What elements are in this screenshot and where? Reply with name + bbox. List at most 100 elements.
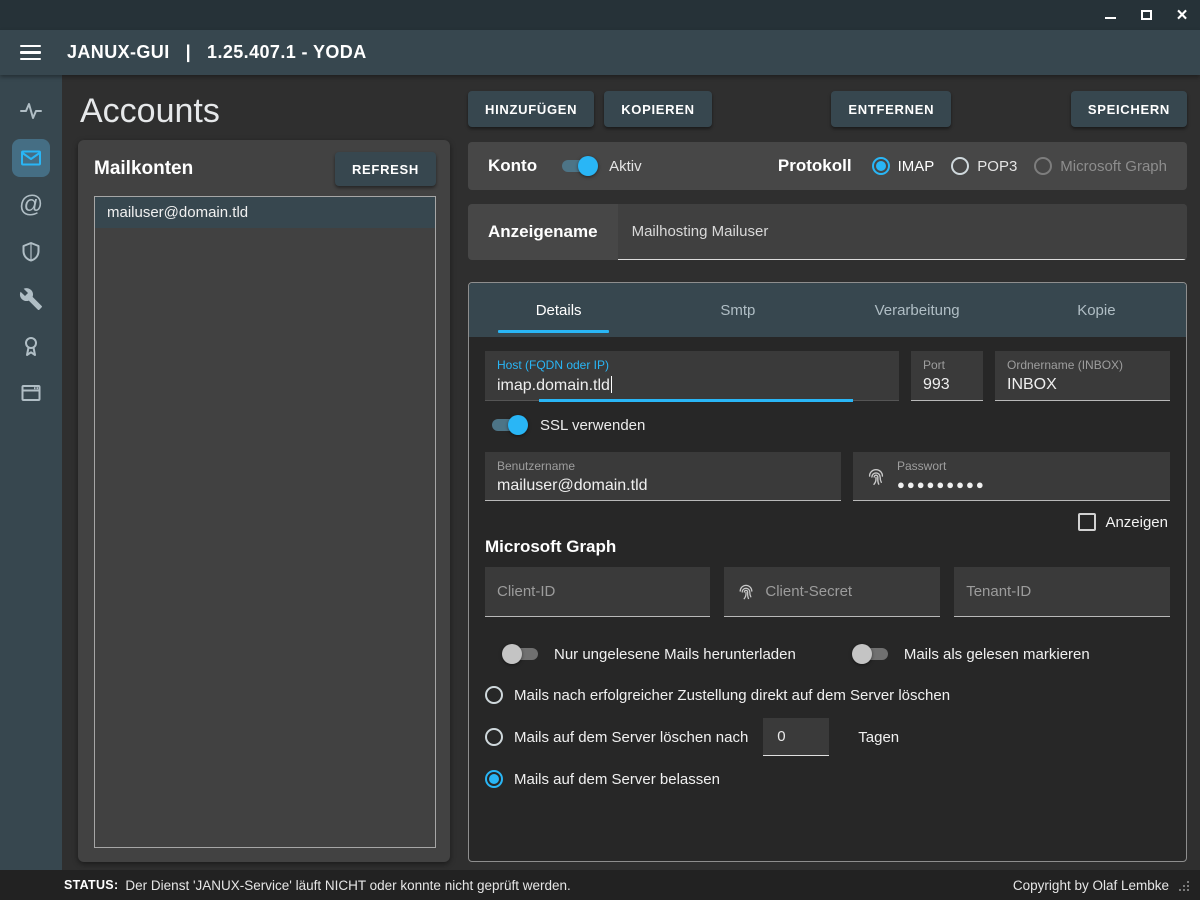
mark-read-toggle[interactable] [853,644,891,664]
wrench-icon [19,287,43,311]
delete-option-after-days[interactable]: Mails auf dem Server löschen nach 0 Tage… [485,718,1170,756]
download-unread-label: Nur ungelesene Mails herunterladen [554,646,796,663]
remove-button[interactable]: ENTFERNEN [831,91,951,127]
password-field[interactable]: Passwort ●●●●●●●●● [853,452,1170,501]
show-password-label: Anzeigen [1105,514,1168,531]
close-icon: × [1176,6,1187,25]
status-message: Der Dienst 'JANUX-Service' läuft NICHT o… [125,878,570,893]
ssl-toggle[interactable] [489,415,527,435]
menu-icon[interactable] [18,41,43,65]
radio-delete-immediate[interactable] [485,686,503,704]
days-suffix: Tagen [858,729,899,746]
client-id-field[interactable]: Client-ID [485,567,710,617]
status-label: STATUS: [64,878,118,892]
protocol-option-msgraph: Microsoft Graph [1034,157,1167,175]
radio-imap[interactable] [872,157,890,175]
app-title: JANUX-GUI | 1.25.407.1 - YODA [67,42,367,63]
display-name-row: Anzeigename Mailhosting Mailuser [468,204,1187,260]
side-nav: @ [0,75,62,870]
username-field[interactable]: Benutzername mailuser@domain.tld [485,452,841,501]
download-unread-toggle[interactable] [503,644,541,664]
display-name-label: Anzeigename [488,222,598,242]
username-label: Benutzername [497,459,829,473]
password-dots: ●●●●●●●●● [897,477,986,492]
sidebar-item-activity[interactable] [0,87,62,134]
save-button[interactable]: SPEICHERN [1071,91,1187,127]
sidebar-item-certificate[interactable] [0,322,62,369]
sidebar-item-app-window[interactable] [0,369,62,416]
sidebar-item-at[interactable]: @ [0,181,62,228]
mail-accounts-panel: Mailkonten REFRESH mailuser@domain.tld [78,140,450,862]
fingerprint-icon [736,582,756,602]
add-button[interactable]: HINZUFÜGEN [468,91,594,127]
text-cursor [611,376,612,393]
resize-grip-icon[interactable] [1177,879,1190,892]
close-button[interactable]: × [1164,0,1200,30]
days-input[interactable]: 0 [763,718,829,756]
protocol-option-pop3[interactable]: POP3 [951,157,1017,175]
konto-active-label: Aktiv [609,158,642,175]
inbox-field[interactable]: Ordnername (INBOX) INBOX [995,351,1170,401]
radio-delete-after-days[interactable] [485,728,503,746]
konto-active-toggle[interactable] [559,156,597,176]
window-titlebar: × [0,0,1200,30]
detail-panel: Details Smtp Verarbeitung Kopie Host (FQ… [468,282,1187,862]
inbox-label: Ordnername (INBOX) [1007,358,1158,372]
delete-option-immediate[interactable]: Mails nach erfolgreicher Zustellung dire… [485,686,1170,704]
display-name-input[interactable]: Mailhosting Mailuser [618,204,1187,260]
copy-button[interactable]: KOPIEREN [604,91,712,127]
tab-bar: Details Smtp Verarbeitung Kopie [469,283,1186,337]
msgraph-title: Microsoft Graph [485,537,1170,557]
tab-details[interactable]: Details [469,283,648,337]
password-label: Passwort [897,459,986,473]
main-content: Accounts Mailkonten REFRESH mailuser@dom… [62,75,1200,870]
tab-kopie[interactable]: Kopie [1007,283,1186,337]
focus-underline [539,399,854,402]
maximize-icon [1141,10,1152,20]
app-version: 1.25.407.1 - YODA [207,42,367,63]
sidebar-item-mail[interactable] [0,134,62,181]
tab-content-details: Host (FQDN oder IP) imap.domain.tld Port… [469,337,1186,861]
tab-smtp[interactable]: Smtp [648,283,827,337]
mail-accounts-list[interactable]: mailuser@domain.tld [94,196,436,848]
host-field[interactable]: Host (FQDN oder IP) imap.domain.tld [485,351,899,401]
protocol-option-imap[interactable]: IMAP [872,157,935,175]
host-label: Host (FQDN oder IP) [497,358,887,372]
tenant-id-field[interactable]: Tenant-ID [954,567,1170,617]
minimize-icon [1105,17,1116,19]
sidebar-item-security[interactable] [0,228,62,275]
mail-accounts-title: Mailkonten [94,158,193,180]
copyright-text: Copyright by Olaf Lembke [1013,878,1169,893]
status-bar: STATUS: Der Dienst 'JANUX-Service' läuft… [0,870,1200,900]
at-sign-icon: @ [19,193,43,217]
list-item[interactable]: mailuser@domain.tld [95,197,435,228]
konto-row: Konto Aktiv Protokoll IMAP POP3 Microsof… [468,142,1187,190]
app-name: JANUX-GUI [67,42,170,63]
sidebar-item-tools[interactable] [0,275,62,322]
radio-keep-on-server[interactable] [485,770,503,788]
app-title-separator: | [186,42,191,63]
show-password-checkbox[interactable] [1078,513,1096,531]
konto-label: Konto [488,156,537,176]
maximize-button[interactable] [1128,0,1164,30]
app-window-icon [19,381,43,405]
certificate-icon [19,334,43,358]
delete-option-keep[interactable]: Mails auf dem Server belassen [485,770,1170,788]
port-label: Port [923,358,971,372]
port-field[interactable]: Port 993 [911,351,983,401]
activity-icon [19,99,43,123]
page-title: Accounts [80,91,450,131]
refresh-button[interactable]: REFRESH [335,152,436,186]
radio-msgraph [1034,157,1052,175]
radio-pop3[interactable] [951,157,969,175]
app-bar: JANUX-GUI | 1.25.407.1 - YODA [0,30,1200,75]
tab-verarbeitung[interactable]: Verarbeitung [828,283,1007,337]
shield-icon [19,240,43,264]
client-secret-field[interactable]: Client-Secret [724,567,940,617]
minimize-button[interactable] [1092,0,1128,30]
fingerprint-icon [865,466,887,488]
ssl-label: SSL verwenden [540,417,645,434]
protocol-label: Protokoll [778,156,852,176]
toolbar: HINZUFÜGEN KOPIEREN ENTFERNEN SPEICHERN [468,91,1187,127]
mark-read-label: Mails als gelesen markieren [904,646,1090,663]
